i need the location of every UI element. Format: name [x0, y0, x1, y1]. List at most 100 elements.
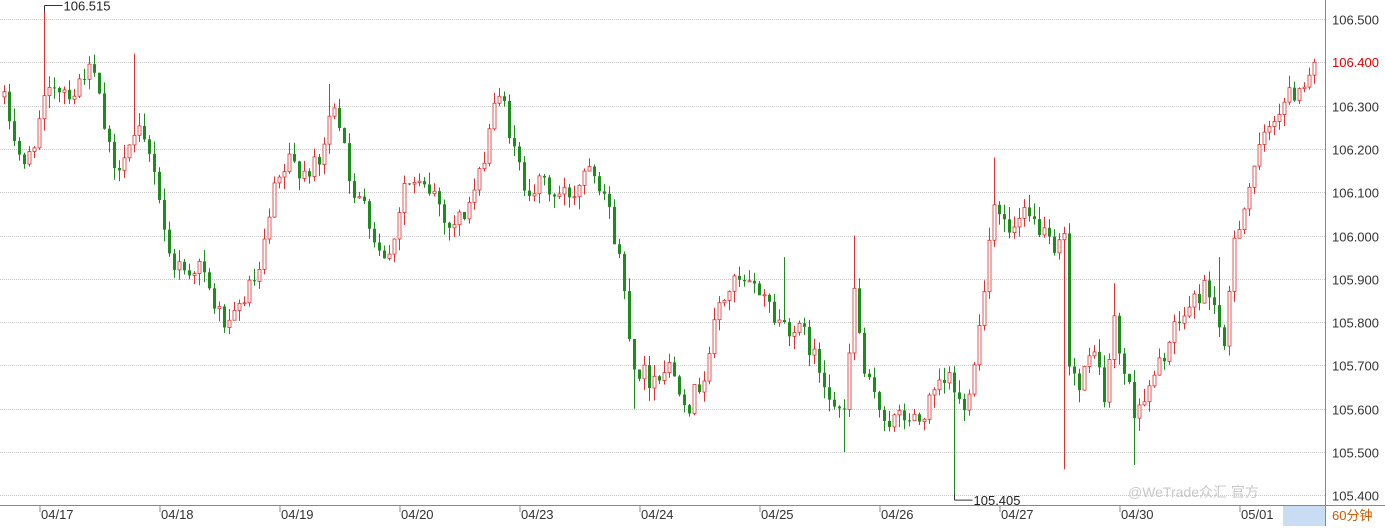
- candle-body-up: [272, 182, 277, 218]
- candle-body-up: [582, 170, 587, 186]
- candle-body-down: [958, 392, 961, 399]
- candle-body-up: [432, 190, 437, 195]
- candle-body-down: [253, 280, 256, 282]
- candle-body-up: [492, 102, 497, 130]
- candle-body-up: [1187, 306, 1192, 317]
- candle: [272, 176, 277, 218]
- candle-body-down: [53, 87, 56, 89]
- candle-body-down: [508, 100, 511, 139]
- candle-body-down: [308, 171, 311, 177]
- candle-body-up: [387, 253, 392, 259]
- candle-body-down: [423, 181, 426, 185]
- candle-body-up: [532, 193, 537, 197]
- candle-body-down: [153, 153, 156, 172]
- candle-body-up: [722, 299, 727, 304]
- candle-body-down: [648, 365, 651, 389]
- candle-body-down: [1008, 219, 1011, 233]
- candle-body-down: [18, 141, 21, 155]
- candle-body-down: [363, 196, 366, 202]
- candle-body-up: [197, 260, 202, 274]
- candle-body-up: [702, 380, 707, 393]
- candle: [927, 392, 932, 424]
- candle: [1232, 230, 1237, 302]
- candle-body-down: [448, 222, 451, 228]
- candle-body-down: [1033, 216, 1036, 220]
- candle-body-down: [1163, 357, 1166, 362]
- y-tick-label: 105.800: [1332, 316, 1379, 331]
- candle-body-down: [528, 190, 531, 196]
- candle-body-down: [818, 349, 821, 373]
- candle-body-up: [242, 302, 247, 305]
- candle-body-up: [812, 348, 817, 356]
- candle-body-up: [572, 196, 577, 199]
- x-axis-highlight: [1283, 506, 1325, 526]
- candle-body-down: [168, 229, 171, 254]
- candle-body-up: [452, 224, 457, 229]
- candle-body-up: [497, 95, 502, 104]
- candle-body-down: [868, 373, 871, 378]
- candle-body-up: [282, 171, 287, 178]
- candle-body-down: [353, 181, 356, 198]
- candle-body-up: [537, 175, 542, 195]
- candle-body-down: [603, 191, 606, 194]
- candle-body-down: [753, 280, 756, 284]
- candle-body-up: [47, 87, 52, 97]
- candle: [158, 167, 161, 204]
- candle-body-down: [383, 250, 386, 259]
- candle-body-up: [412, 182, 417, 185]
- candle-body-down: [223, 306, 226, 328]
- candle-body-down: [298, 161, 301, 179]
- y-tick-label: 105.400: [1332, 489, 1379, 504]
- candle-body-down: [1048, 227, 1051, 237]
- current-price-label: 106.400: [1332, 55, 1379, 70]
- candle-body-up: [402, 183, 407, 213]
- candle-body-down: [658, 376, 661, 381]
- candle-body-down: [613, 206, 616, 245]
- candle-body-up: [1092, 351, 1097, 357]
- candle-body-up: [72, 95, 77, 100]
- candle-body-up: [1107, 359, 1112, 403]
- candle-body-down: [293, 154, 296, 162]
- candle-body-up: [302, 170, 307, 179]
- candle-body-down: [1118, 315, 1121, 354]
- candle-body-up: [237, 303, 242, 311]
- candle-body-up: [892, 414, 897, 428]
- candle-body-up: [1087, 355, 1092, 367]
- candle-body-up: [267, 216, 272, 240]
- candle-body-down: [878, 392, 881, 410]
- candle-body-up: [457, 211, 462, 226]
- candle-body-down: [683, 394, 686, 406]
- x-tick-label: 04/17: [41, 507, 74, 522]
- timeframe-label[interactable]: 60分钟: [1332, 508, 1372, 523]
- chart-svg: 106.515105.405 106.500106.300106.200106.…: [0, 0, 1385, 526]
- price-chart[interactable]: 106.515 105.405 106.500 106.300 106.200 106.…: [0, 0, 1385, 526]
- candle-body-down: [348, 143, 351, 182]
- candle-body-down: [1178, 321, 1181, 324]
- candle-body-up: [122, 157, 127, 171]
- candle-body-down: [548, 177, 551, 195]
- candle-body-up: [257, 268, 262, 282]
- candle-body-down: [343, 128, 346, 144]
- candle-body-up: [972, 364, 977, 395]
- candle-body-up: [1182, 315, 1187, 324]
- candle: [1167, 340, 1172, 366]
- candle-body-down: [828, 387, 831, 400]
- candle-body-down: [803, 323, 806, 327]
- candle-body-up: [192, 273, 197, 276]
- candle-body-up: [1302, 86, 1307, 90]
- candle-body-down: [93, 64, 96, 73]
- candle-body-down: [1213, 297, 1216, 306]
- y-tick-label: 106.000: [1332, 230, 1379, 245]
- candle-body-down: [593, 166, 596, 177]
- candle-body-up: [77, 78, 82, 97]
- candle-body-down: [698, 384, 701, 393]
- candle-body-up: [287, 153, 292, 173]
- candle-body-up: [927, 394, 932, 420]
- candle-body-down: [618, 244, 621, 254]
- candle-body-up: [1277, 114, 1282, 122]
- candle-body-down: [408, 183, 411, 185]
- candle-body-down: [83, 78, 86, 80]
- candle-body-up: [87, 63, 92, 80]
- x-tick-label: 04/25: [761, 507, 794, 522]
- candle-body-down: [1103, 367, 1106, 403]
